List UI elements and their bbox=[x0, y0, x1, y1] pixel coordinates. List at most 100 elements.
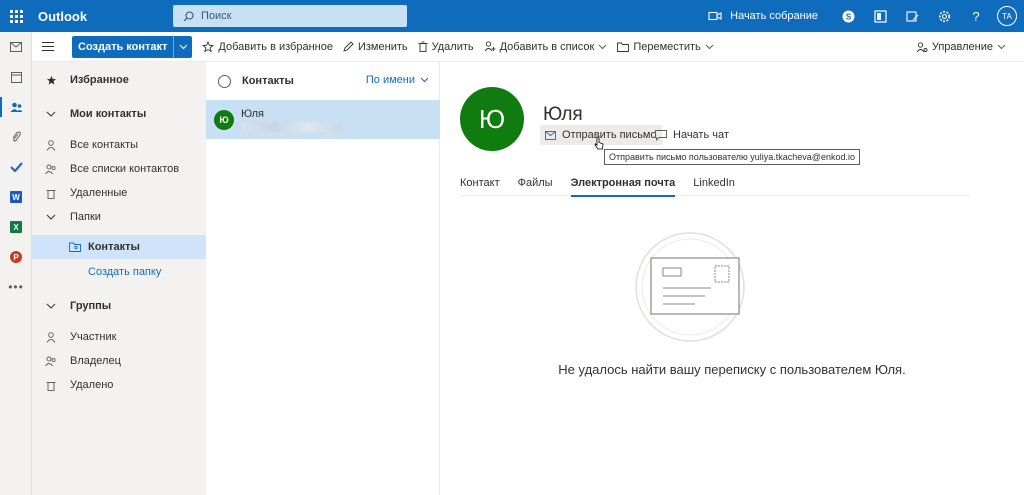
star-filled-icon bbox=[44, 75, 58, 86]
whats-new-button[interactable] bbox=[896, 0, 928, 32]
nav-groups-label: Группы bbox=[70, 300, 112, 312]
star-icon bbox=[202, 40, 215, 52]
waffle-icon bbox=[9, 9, 23, 23]
video-icon bbox=[708, 11, 722, 21]
chevron-down-icon bbox=[598, 44, 607, 49]
select-all-radio[interactable] bbox=[218, 74, 231, 88]
nav-removed[interactable]: Удалено bbox=[32, 372, 206, 398]
start-chat-label: Начать чат bbox=[673, 129, 729, 141]
mail-icon bbox=[10, 42, 22, 52]
new-contact-dropdown[interactable] bbox=[174, 44, 192, 50]
mouse-cursor-icon bbox=[594, 136, 604, 150]
rail-people[interactable] bbox=[0, 92, 32, 122]
nav-toggle-button[interactable] bbox=[32, 42, 64, 51]
rail-mail[interactable] bbox=[0, 32, 32, 62]
edit-button[interactable]: Изменить bbox=[343, 41, 408, 53]
add-to-list-button[interactable]: Добавить в список bbox=[484, 41, 608, 53]
search-input[interactable]: Поиск bbox=[173, 5, 407, 27]
contact-details-pane: Ю Юля Отправить письмо Начать чат Отправ… bbox=[440, 62, 1024, 495]
add-to-favorites-button[interactable]: Добавить в избранное bbox=[202, 40, 333, 53]
empty-state-message: Не удалось найти вашу переписку с пользо… bbox=[558, 362, 906, 377]
rail-calendar[interactable] bbox=[0, 62, 32, 92]
people-icon bbox=[10, 102, 22, 112]
nav-contacts-folder[interactable]: Контакты bbox=[32, 235, 206, 259]
account-avatar[interactable]: TA bbox=[997, 6, 1017, 26]
contact-avatar: Ю bbox=[460, 87, 524, 151]
person-icon bbox=[44, 139, 58, 151]
add-to-list-label: Добавить в список bbox=[499, 40, 595, 53]
new-contact-label[interactable]: Создать контакт bbox=[72, 35, 175, 58]
rail-word[interactable]: W bbox=[0, 182, 32, 212]
list-item-name: Юля bbox=[241, 108, 264, 120]
nav-all-lists[interactable]: Все списки контактов bbox=[32, 156, 206, 182]
chevron-down-icon bbox=[705, 44, 714, 49]
svg-text:S: S bbox=[845, 12, 851, 21]
manage-button[interactable]: Управление bbox=[916, 32, 1010, 62]
tab-files[interactable]: Файлы bbox=[518, 170, 553, 196]
nav-all-contacts-label: Все контакты bbox=[70, 139, 139, 151]
new-contact-button[interactable]: Создать контакт bbox=[72, 35, 193, 58]
tab-contact[interactable]: Контакт bbox=[460, 170, 500, 196]
nav-member[interactable]: Участник bbox=[32, 324, 206, 350]
nav-folders[interactable]: Папки bbox=[32, 204, 206, 230]
list-item[interactable]: Ю Юля bbox=[206, 100, 440, 139]
avatar: Ю bbox=[214, 109, 234, 130]
skype-icon: S bbox=[842, 10, 854, 22]
contact-list-pane: Контакты По имени Ю Юля bbox=[206, 62, 440, 495]
teams-icon bbox=[873, 9, 887, 23]
people-icon bbox=[44, 356, 58, 367]
rail-excel[interactable]: X bbox=[0, 212, 32, 242]
send-mail-tooltip: Отправить письмо пользователю yuliya.tka… bbox=[604, 149, 860, 165]
search-placeholder: Поиск bbox=[201, 10, 232, 22]
rail-powerpoint[interactable]: P bbox=[0, 242, 32, 272]
nav-groups[interactable]: Группы bbox=[32, 293, 206, 319]
nav-my-contacts-label: Мои контакты bbox=[70, 108, 147, 120]
skype-button[interactable]: S bbox=[832, 0, 864, 32]
nav-my-contacts[interactable]: Мои контакты bbox=[32, 101, 206, 127]
nav-member-label: Участник bbox=[70, 331, 117, 343]
rail-more[interactable]: ••• bbox=[0, 272, 32, 302]
send-mail-label: Отправить письмо bbox=[562, 129, 657, 141]
chevron-down-icon bbox=[44, 214, 58, 220]
delete-label: Удалить bbox=[431, 40, 474, 53]
rail-files[interactable] bbox=[0, 122, 32, 152]
trash-icon bbox=[418, 41, 428, 52]
chevron-down-icon bbox=[179, 44, 188, 49]
tab-linkedin[interactable]: LinkedIn bbox=[693, 170, 735, 196]
more-dots-icon: ••• bbox=[8, 280, 24, 294]
sort-button[interactable]: По имени bbox=[366, 74, 429, 86]
edit-label: Изменить bbox=[357, 40, 408, 53]
add-to-favorites-label: Добавить в избранное bbox=[218, 40, 333, 53]
delete-button[interactable]: Удалить bbox=[418, 41, 474, 53]
person-settings-icon bbox=[916, 41, 928, 52]
nav-favorites[interactable]: Избранное bbox=[32, 67, 206, 93]
list-header: Контакты По имени bbox=[206, 62, 439, 100]
nav-all-contacts[interactable]: Все контакты bbox=[32, 132, 206, 158]
nav-deleted[interactable]: Удаленные bbox=[32, 180, 206, 206]
contact-name: Юля bbox=[543, 104, 583, 125]
empty-envelope-illustration bbox=[635, 232, 745, 342]
start-chat-button[interactable]: Начать чат bbox=[650, 125, 734, 145]
app-title[interactable]: Outlook bbox=[38, 9, 158, 24]
move-button[interactable]: Переместить bbox=[617, 40, 714, 53]
rail-todo[interactable] bbox=[0, 152, 32, 182]
command-bar: Создать контакт Добавить в избранное Изм… bbox=[32, 32, 1024, 62]
trash-icon bbox=[44, 188, 58, 199]
tab-email[interactable]: Электронная почта bbox=[570, 170, 675, 197]
nav-owner[interactable]: Владелец bbox=[32, 348, 206, 374]
teams-button[interactable] bbox=[864, 0, 896, 32]
mail-icon bbox=[545, 130, 556, 140]
top-bar: Outlook Поиск Начать собрание S ? TA bbox=[0, 0, 1024, 32]
create-folder-link[interactable]: Создать папку bbox=[32, 259, 206, 285]
chat-icon bbox=[655, 129, 667, 141]
help-button[interactable]: ? bbox=[960, 0, 992, 32]
powerpoint-icon: P bbox=[10, 251, 22, 263]
pencil-icon bbox=[343, 41, 354, 52]
nav-removed-label: Удалено bbox=[70, 379, 114, 391]
app-launcher-button[interactable] bbox=[0, 0, 32, 32]
nav-favorites-label: Избранное bbox=[70, 74, 129, 86]
start-meeting-button[interactable]: Начать собрание bbox=[708, 10, 818, 22]
sort-label: По имени bbox=[365, 74, 415, 86]
move-label: Переместить bbox=[633, 40, 701, 53]
settings-button[interactable] bbox=[928, 0, 960, 32]
